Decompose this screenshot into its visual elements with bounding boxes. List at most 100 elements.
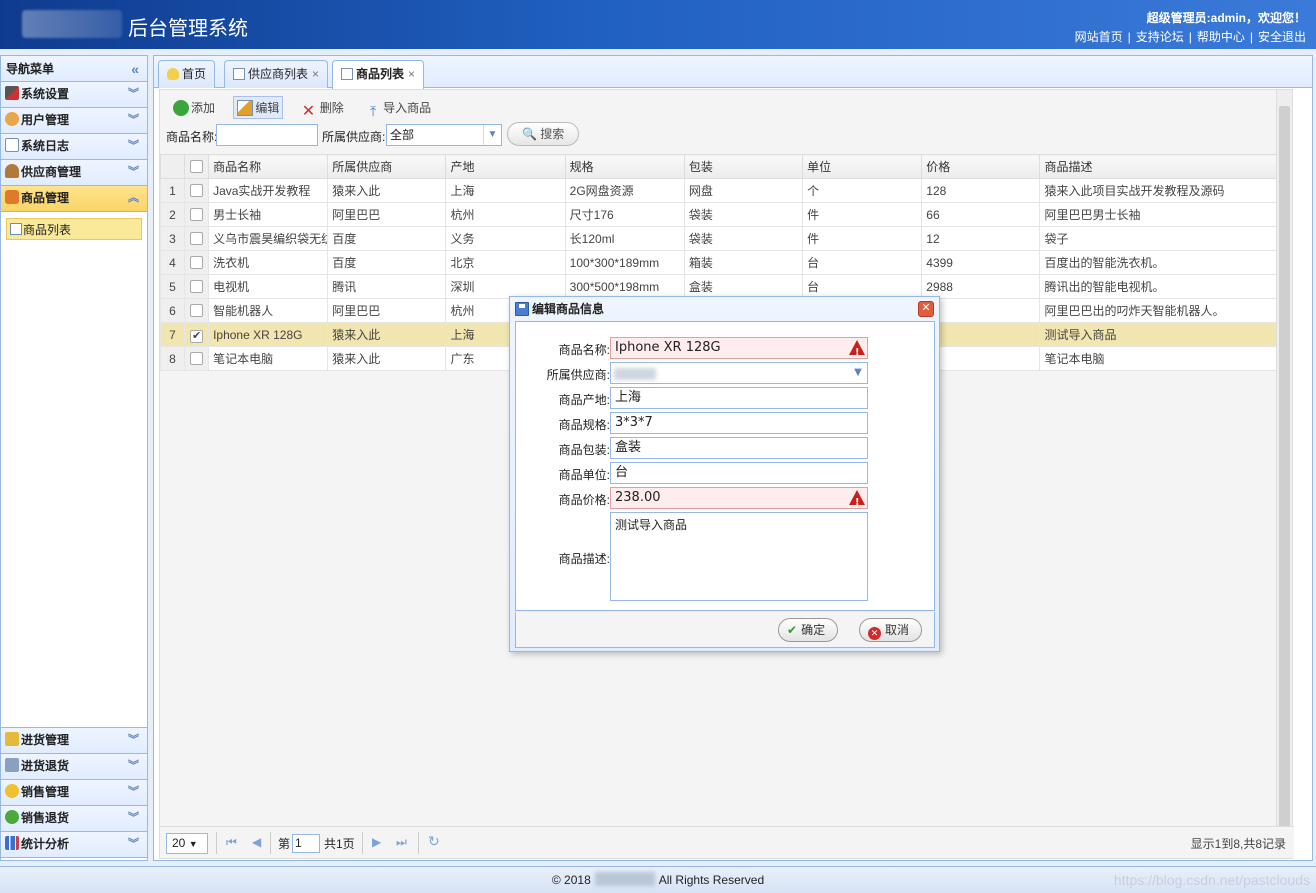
delete-button[interactable]: ✕ 删除 — [299, 97, 347, 123]
refresh-icon[interactable]: ↻ — [428, 833, 440, 850]
cell-spec: 尺寸176 — [564, 202, 685, 227]
table-row[interactable]: 4 洗衣机 百度 北京 100*300*189mm 箱装台 4399 百度出的智能洗衣机。 — [159, 250, 1279, 275]
column-header[interactable]: 产地 — [445, 154, 566, 179]
link-home[interactable]: 网站首页 — [1075, 30, 1123, 44]
sidebar-item-purchase-management[interactable]: 进货管理 ︾ — [1, 728, 147, 754]
sidebar-item-user-management[interactable]: 用户管理 ︾ — [1, 108, 147, 134]
supplier-icon — [5, 164, 19, 178]
search-button[interactable]: 🔍 搜索 — [507, 122, 580, 146]
supplier-select-field[interactable]: ▼ — [610, 362, 868, 384]
row-checkbox[interactable] — [184, 178, 210, 203]
cell-origin: 上海 — [445, 178, 566, 203]
column-header[interactable]: 包装 — [683, 154, 804, 179]
cell-unit: 件 — [802, 202, 923, 227]
first-page-icon[interactable]: ⏮ — [226, 835, 237, 850]
close-icon[interactable]: × — [312, 67, 319, 81]
row-number: 7 — [159, 322, 186, 347]
table-row[interactable]: 1 Java实战开发教程 猿来入此 上海 2G网盘资源 网盘个 128 猿来入此项目实战开发教… — [159, 178, 1279, 203]
link-logout[interactable]: 安全退出 — [1258, 30, 1306, 44]
packaging-field[interactable]: 盒装 — [610, 437, 868, 459]
column-header[interactable]: 价格 — [921, 154, 1041, 179]
tab-bar: 首页 供应商列表 × 商品列表 × — [154, 56, 1312, 89]
page-number-input[interactable]: 1 — [292, 834, 320, 853]
cell-spec: 300*500*198mm — [564, 274, 685, 299]
table-row[interactable]: 3 义乌市震昊编织袋无纺 百度 义务 长120ml 袋装件 12 袋子 — [159, 226, 1279, 251]
dialog-title-bar: 编辑商品信息 ✕ — [510, 297, 939, 321]
link-help[interactable]: 帮助中心 — [1197, 30, 1245, 44]
import-button[interactable]: ⤒ 导入商品 — [362, 97, 434, 122]
row-number: 3 — [159, 226, 186, 251]
row-checkbox[interactable] — [184, 250, 210, 275]
cell-pack: 盒装 — [683, 274, 804, 299]
description-textarea[interactable]: 测试导入商品 — [610, 512, 868, 601]
users-icon — [5, 112, 19, 126]
product-name-label: 商品名称: — [166, 130, 218, 144]
sidebar-item-system-settings[interactable]: 系统设置 ︾ — [1, 82, 147, 108]
sidebar-title: 导航菜单 « — [1, 56, 147, 82]
next-page-icon[interactable]: ▶ — [372, 835, 381, 849]
unit-field[interactable]: 台 — [610, 462, 868, 484]
chevron-down-icon: ︾ — [128, 786, 139, 798]
cell-name: 智能机器人 — [208, 298, 329, 323]
select-all-checkbox[interactable] — [184, 154, 210, 179]
close-icon[interactable]: × — [408, 67, 415, 81]
sidebar-item-sales-return[interactable]: 销售退货 ︾ — [1, 806, 147, 832]
tab-supplier-list[interactable]: 供应商列表 × — [224, 60, 329, 88]
copyright: © 2018 — [551, 873, 591, 887]
prev-page-icon[interactable]: ◀ — [252, 835, 261, 849]
cell-price: 4399 — [921, 250, 1041, 275]
cancel-button[interactable]: ✕ 取消 — [859, 618, 923, 642]
sidebar-item-sales-management[interactable]: 销售管理 ︾ — [1, 780, 147, 806]
sidebar-item-purchase-return[interactable]: 进货退货 ︾ — [1, 754, 147, 780]
page-size-select[interactable]: 20 ▼ — [166, 833, 208, 854]
cell-spec: 长120ml — [564, 226, 685, 251]
sidebar-item-system-log[interactable]: 系统日志 ︾ — [1, 134, 147, 160]
spec-field[interactable]: 3*3*7 — [610, 412, 868, 434]
row-checkbox[interactable] — [184, 226, 210, 251]
supplier-select[interactable]: 全部 ▼ — [386, 124, 502, 146]
column-header[interactable]: 单位 — [802, 154, 923, 179]
cell-spec: 2G网盘资源 — [564, 178, 685, 203]
row-checkbox[interactable] — [184, 298, 210, 323]
cell-pack: 袋装 — [683, 202, 804, 227]
sidebar-item-product-management[interactable]: 商品管理 ︽ — [1, 186, 147, 212]
last-page-icon[interactable]: ⏭ — [396, 835, 407, 850]
search-icon: 🔍 — [522, 127, 537, 141]
cell-origin: 北京 — [445, 250, 566, 275]
sidebar-item-supplier-management[interactable]: 供应商管理 ︾ — [1, 160, 147, 186]
tab-product-list[interactable]: 商品列表 × — [332, 60, 425, 89]
row-checkbox[interactable] — [184, 274, 210, 299]
row-checkbox[interactable]: ✔ — [184, 322, 210, 347]
confirm-button[interactable]: ✔ 确定 — [778, 618, 839, 642]
row-checkbox[interactable] — [184, 202, 210, 227]
watermark: https://blog.csdn.net/pastclouds — [1113, 872, 1310, 888]
chevron-down-icon: ︾ — [128, 838, 139, 850]
add-button[interactable]: 添加 — [170, 97, 218, 118]
column-header[interactable]: 商品描述 — [1039, 154, 1279, 179]
sidebar-item-statistics[interactable]: 统计分析 ︾ — [1, 832, 147, 858]
product-name-field[interactable]: Iphone XR 128G — [610, 337, 868, 363]
purchase-icon — [5, 732, 19, 746]
price-field[interactable]: 238.00 — [610, 487, 868, 513]
table-row[interactable]: 2 男士长袖 阿里巴巴 杭州 尺寸176 袋装件 66 阿里巴巴男士长袖 — [159, 202, 1279, 227]
edit-button[interactable]: 编辑 — [233, 96, 284, 119]
link-forum[interactable]: 支持论坛 — [1136, 30, 1184, 44]
close-icon[interactable]: ✕ — [918, 301, 934, 317]
lightbulb-icon — [167, 68, 179, 80]
table-row[interactable]: 5 电视机 腾讯 深圳 300*500*198mm 盒装台 2988 腾讯出的智能电视机。 — [159, 274, 1279, 299]
origin-field[interactable]: 上海 — [610, 387, 868, 409]
field-label: 所属供应商: — [546, 368, 610, 382]
column-header[interactable]: 所属供应商 — [327, 154, 447, 179]
product-name-input[interactable] — [216, 124, 318, 146]
vertical-scrollbar[interactable] — [1276, 90, 1292, 858]
toolbar: 添加 编辑 ✕ 删除 ⤒ 导入商品 — [160, 90, 1292, 122]
tab-home[interactable]: 首页 — [158, 60, 216, 88]
sidebar-item-product-list[interactable]: 商品列表 — [6, 218, 142, 240]
plus-icon — [173, 100, 189, 116]
collapse-icon[interactable]: « — [131, 56, 139, 82]
row-checkbox[interactable] — [184, 346, 210, 371]
column-header[interactable]: 商品名称 — [208, 154, 329, 179]
top-links: 网站首页 | 支持论坛 | 帮助中心 | 安全退出 — [1074, 30, 1306, 44]
list-icon — [10, 223, 22, 235]
column-header[interactable]: 规格 — [564, 154, 685, 179]
